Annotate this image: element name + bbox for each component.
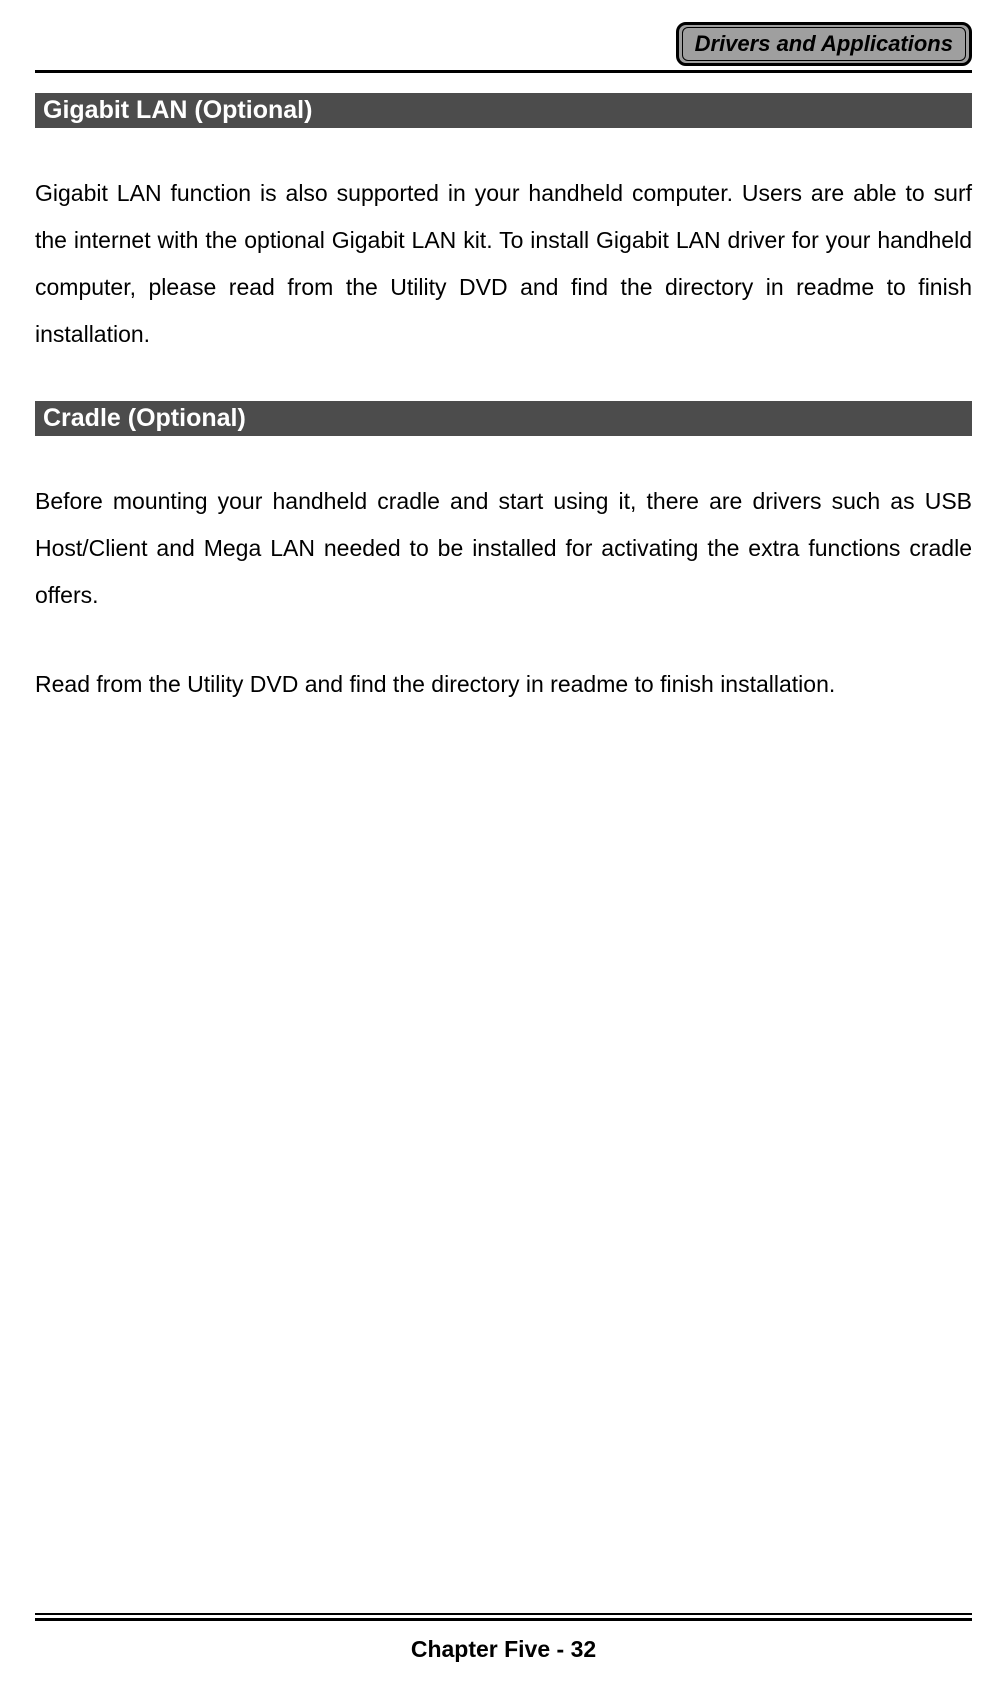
header-badge-text: Drivers and Applications (682, 27, 966, 61)
footer-divider-area (35, 1613, 972, 1621)
paragraph-cradle-1: Before mounting your handheld cradle and… (35, 478, 972, 619)
bottom-divider-thin (35, 1613, 972, 1615)
header-row: Drivers and Applications (35, 22, 972, 66)
page-content: Drivers and Applications Gigabit LAN (Op… (0, 0, 1007, 708)
paragraph-cradle-2: Read from the Utility DVD and find the d… (35, 661, 972, 708)
paragraph-gigabit-lan: Gigabit LAN function is also supported i… (35, 170, 972, 359)
section-heading-cradle: Cradle (Optional) (35, 401, 972, 436)
bottom-divider-thick (35, 1618, 972, 1621)
page-number: Chapter Five - 32 (0, 1636, 1007, 1663)
section-heading-gigabit-lan: Gigabit LAN (Optional) (35, 93, 972, 128)
header-badge: Drivers and Applications (676, 22, 972, 66)
top-divider (35, 70, 972, 73)
